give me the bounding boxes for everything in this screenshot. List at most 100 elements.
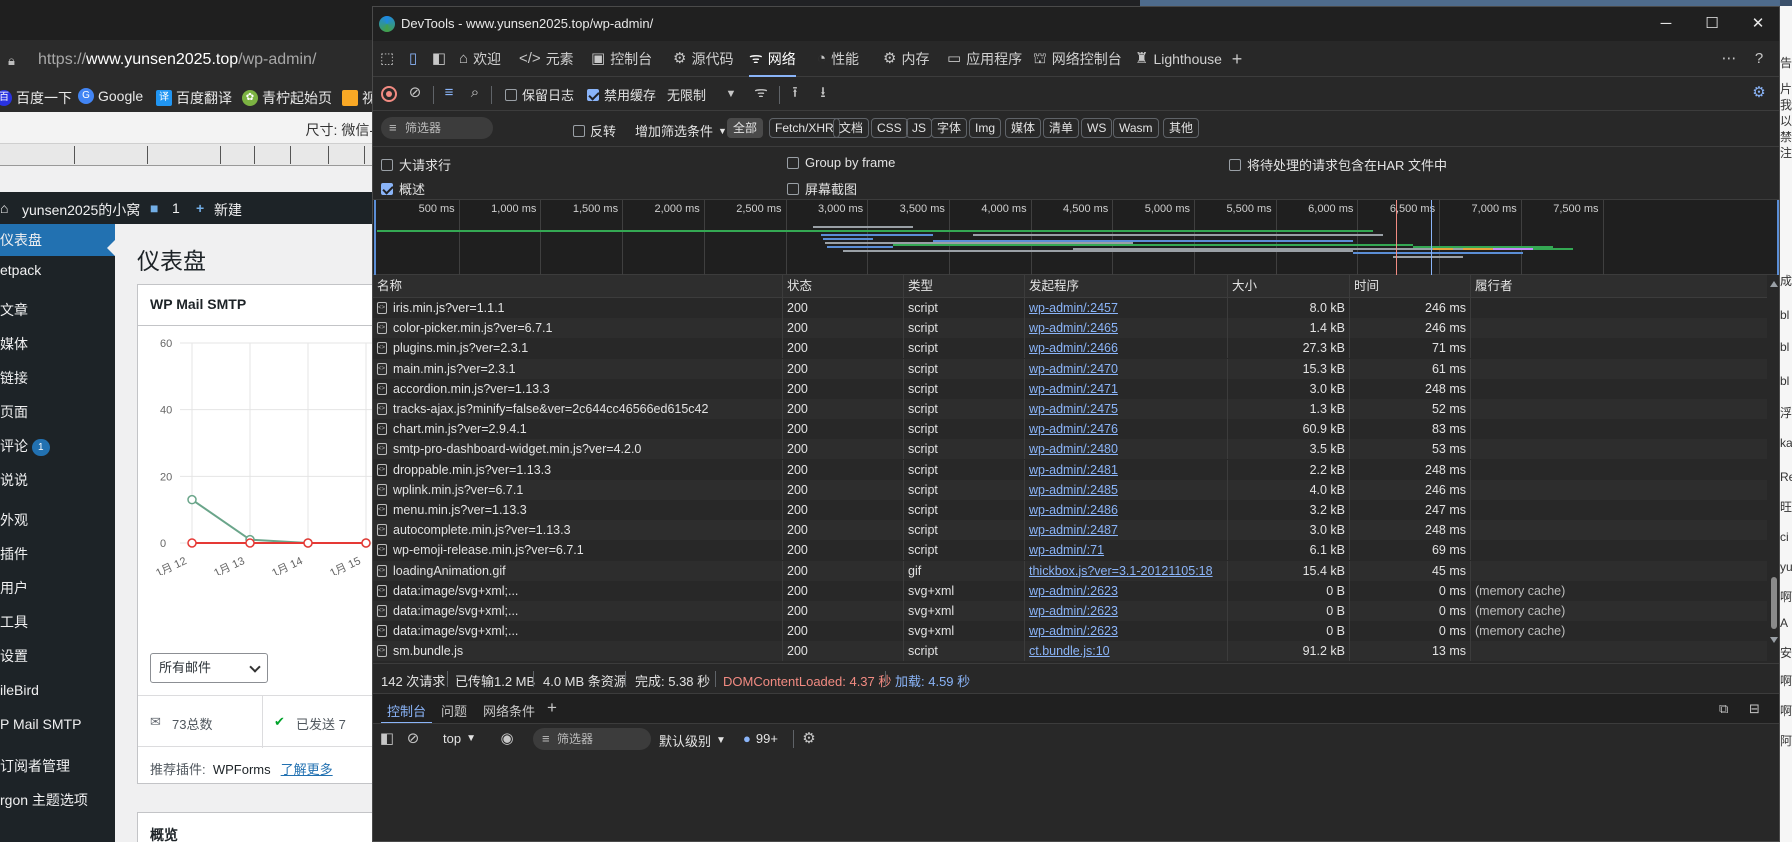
cell-initiator[interactable]: wp-admin/:2481 [1025,459,1228,480]
bookmark-google[interactable]: G Google [78,88,143,104]
table-row[interactable]: iris.min.js?ver=1.1.1200scriptwp-admin/:… [373,298,1767,318]
sidebar-item-settings[interactable]: 设置 [0,640,115,672]
tab-console[interactable]: ▣ 控制台 [591,41,652,77]
tab-sources[interactable]: ⚙ 源代码 [673,41,733,77]
table-row[interactable]: main.min.js?ver=2.3.1200scriptwp-admin/:… [373,358,1767,379]
console-output[interactable] [373,753,1779,841]
cell-initiator[interactable]: wp-admin/:71 [1025,540,1228,561]
cell-initiator[interactable]: wp-admin/:2471 [1025,378,1228,399]
tab-memory[interactable]: ⚙ 内存 [883,41,929,77]
cell-initiator[interactable]: wp-admin/:2476 [1025,419,1228,440]
add-tab-icon[interactable]: + [1227,49,1247,69]
import-har-icon[interactable]: ⭱ [785,83,805,103]
filter-chip-img[interactable]: Img [969,118,1002,138]
column-header-initiator[interactable]: 发起程序 [1025,275,1228,298]
chart-point[interactable] [187,494,197,505]
record-icon[interactable] [381,86,397,102]
filter-input[interactable]: 筛选器 [381,117,493,139]
filter-chip-js[interactable]: JS [906,118,933,138]
add-drawer-tab-icon[interactable]: + [547,698,557,718]
table-row[interactable]: wplink.min.js?ver=6.7.1200scriptwp-admin… [373,479,1767,500]
tab-elements[interactable]: </> 元素 [519,41,574,77]
sidebar-item-media[interactable]: 媒体 [0,328,115,360]
context-select[interactable]: top ▼ [443,731,476,746]
table-row[interactable]: wp-emoji-release.min.js?ver=6.7.1200scri… [373,540,1767,561]
address-bar[interactable]: 🔒︎ https://www.yunsen2025.top/wp-admin/ [0,40,380,80]
drawer-tab-console[interactable]: 控制台 [380,701,433,724]
column-header-fulfilled-by[interactable]: 履行者 [1471,275,1767,298]
cell-initiator[interactable]: thickbox.js?ver=3.1-20121105:18 [1025,560,1228,581]
site-name[interactable]: yunsen2025的小窝 [22,200,140,220]
table-row[interactable]: data:image/svg+xml;...200svg+xmlwp-admin… [373,621,1767,642]
tab-welcome[interactable]: ⌂ 欢迎 [459,41,501,77]
close-drawer-icon[interactable]: ⊟ [1749,701,1760,717]
filter-chip-fetch-xhr[interactable]: Fetch/XHR [769,118,840,138]
chart-point[interactable] [361,538,371,548]
bookmark-baidu[interactable]: 百百度一下 [0,88,72,108]
network-overview-timeline[interactable]: 500 ms 1,000 ms 1,500 ms 2,000 ms 2,500 ms 3,… [373,199,1779,276]
learn-more-link[interactable]: 了解更多 [281,762,333,777]
big-rows-checkbox[interactable]: 大请求行 [381,155,451,174]
inspect-icon[interactable]: ⬚ [377,49,397,69]
filter-chip-doc[interactable]: 文档 [833,118,870,138]
sidebar-item-dashboard[interactable]: 仪表盘 [0,224,115,256]
sidebar-item-users[interactable]: 用户 [0,572,115,604]
sidebar-item-pages[interactable]: 页面 [0,396,115,428]
table-row[interactable]: droppable.min.js?ver=1.13.3200scriptwp-a… [373,459,1767,480]
console-filter-input[interactable]: 筛选器 [533,728,651,750]
chart-point[interactable] [245,538,255,548]
address-url[interactable]: https://www.yunsen2025.top/wp-admin/ [38,51,316,69]
preserve-log-checkbox[interactable]: 保留日志 [505,85,574,104]
table-row[interactable]: autocomplete.min.js?ver=1.13.3200scriptw… [373,520,1767,541]
overview-checkbox[interactable]: 概述 [381,179,425,198]
har-pending-checkbox[interactable]: 将待处理的请求包含在HAR 文件中 [1229,155,1447,174]
invert-checkbox[interactable]: 反转 [573,121,616,140]
dock-drawer-icon[interactable]: ⧉ [1719,701,1728,717]
filter-chip-font[interactable]: 字体 [931,118,968,138]
disable-cache-checkbox[interactable]: 禁用缓存 [587,85,656,104]
filter-chip-manifest[interactable]: 清单 [1043,118,1080,138]
cell-initiator[interactable]: wp-admin/:2475 [1025,399,1228,419]
maximize-button[interactable]: ☐ [1689,7,1735,41]
chevron-down-icon[interactable]: ▼ [721,84,741,104]
cell-initiator[interactable]: wp-admin/:2485 [1025,479,1228,500]
cell-initiator[interactable]: wp-admin/:2623 [1025,601,1228,621]
email-filter-select[interactable]: 所有邮件 [150,653,268,683]
more-options-icon[interactable]: ⋯ [1719,49,1739,69]
cell-initiator[interactable]: wp-admin/:2486 [1025,500,1228,520]
sidebar-item-tools[interactable]: 工具 [0,606,115,638]
cell-initiator[interactable]: wp-admin/:2470 [1025,358,1228,379]
table-row[interactable]: chart.min.js?ver=2.9.4.1200scriptwp-admi… [373,419,1767,440]
table-row[interactable]: plugins.min.js?ver=2.3.1200scriptwp-admi… [373,338,1767,359]
sidebar-item-appearance[interactable]: 外观 [0,504,115,536]
table-row[interactable]: data:image/svg+xml;...200svg+xmlwp-admin… [373,580,1767,601]
table-row[interactable]: color-picker.min.js?ver=6.7.1200scriptwp… [373,318,1767,339]
filter-chip-css[interactable]: CSS [871,118,908,138]
group-by-frame-checkbox[interactable]: Group by frame [787,155,895,170]
filter-chip-all[interactable]: 全部 [727,118,764,138]
table-row[interactable]: accordion.min.js?ver=1.13.3200scriptwp-a… [373,378,1767,399]
cell-initiator[interactable]: wp-admin/:2457 [1025,298,1228,318]
filter-chip-other[interactable]: 其他 [1163,118,1200,138]
clear-icon[interactable]: ⊘ [405,83,425,103]
sidebar-toggle-icon[interactable]: ◧ [429,49,449,69]
filter-chip-wasm[interactable]: Wasm [1113,118,1159,138]
scroll-down-icon[interactable] [1770,637,1778,643]
filter-chip-media[interactable]: 媒体 [1005,118,1042,138]
table-row[interactable]: tracks-ajax.js?minify=false&ver=2c644cc4… [373,399,1767,419]
bookmark-folder[interactable]: 视 [342,88,376,108]
cell-initiator[interactable]: wp-admin/:2480 [1025,439,1228,460]
tab-network[interactable]: ᯤ 网络 [749,41,796,77]
scrollbar-thumb[interactable] [1771,577,1777,629]
sidebar-item-posts[interactable]: 文章 [0,294,115,326]
table-row[interactable]: sm.bundle.js200scriptct.bundle.js:1091.2… [373,641,1767,662]
table-row[interactable]: smtp-pro-dashboard-widget.min.js?ver=4.2… [373,439,1767,460]
cell-initiator[interactable]: wp-admin/:2465 [1025,318,1228,339]
chart-point[interactable] [187,538,197,548]
sidebar-item-comments[interactable]: 评论 1 [0,430,115,462]
cell-initiator[interactable]: wp-admin/:2623 [1025,580,1228,601]
table-row[interactable]: loadingAnimation.gif200gifthickbox.js?ve… [373,560,1767,581]
device-emulation-icon[interactable]: ▯ [403,49,423,69]
sidebar-item-filebird[interactable]: ileBird [0,674,115,706]
device-size-label[interactable]: 尺寸: 微信- [306,120,374,140]
